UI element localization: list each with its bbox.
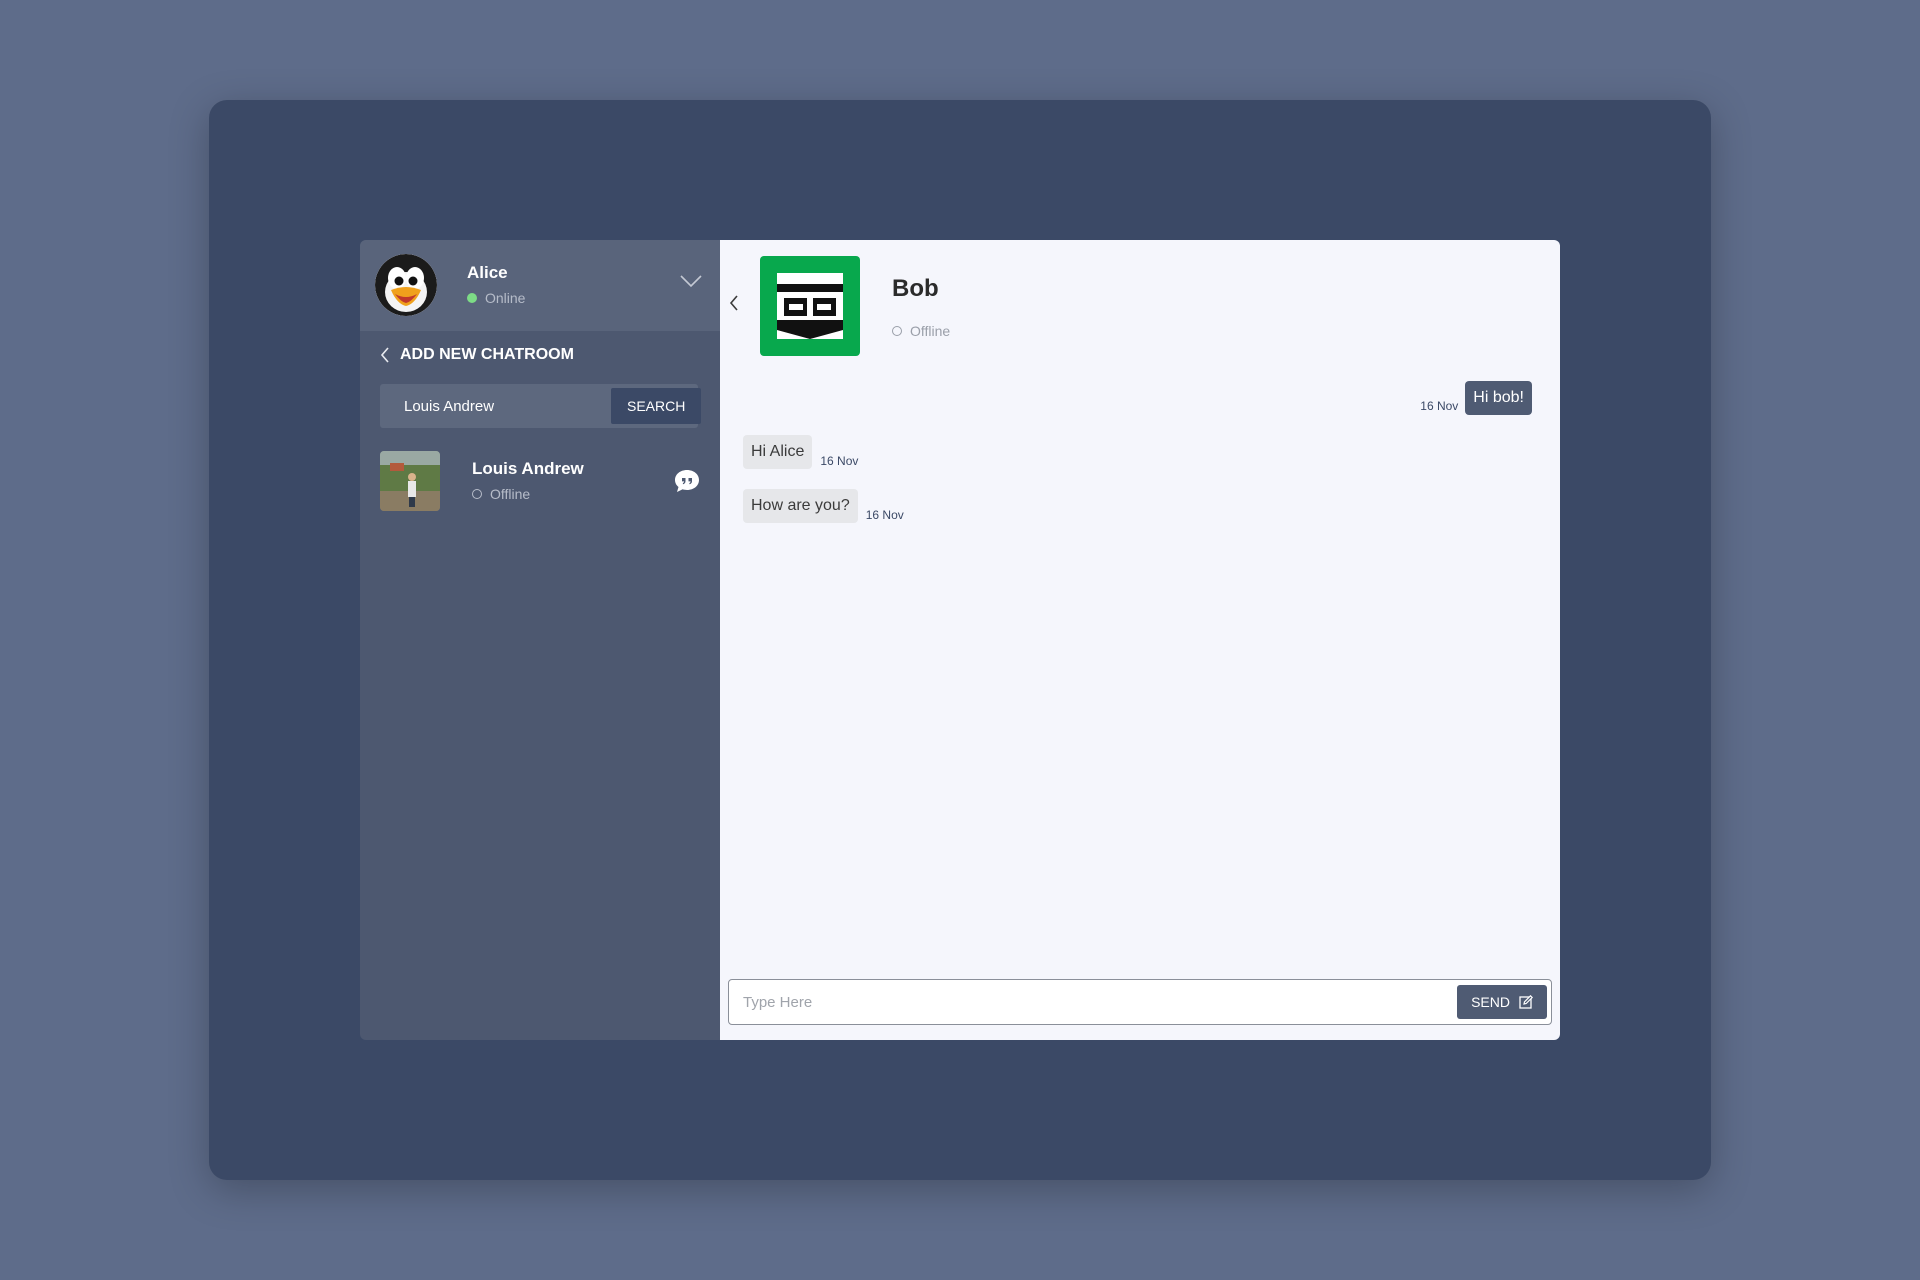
contact-status: Offline (892, 323, 950, 339)
message-time: 16 Nov (865, 508, 904, 522)
identicon-avatar (760, 256, 860, 356)
message-incoming: Hi Alice 16 Nov (743, 435, 858, 469)
sidebar: Alice Online ADD NEW CHATROOM Louis Andr… (360, 240, 720, 1040)
message-time: 16 Nov (820, 454, 859, 468)
offline-indicator-icon (472, 489, 482, 499)
start-chat-icon[interactable] (674, 469, 700, 498)
result-status: Offline (472, 486, 530, 502)
send-button[interactable]: SEND (1457, 985, 1547, 1019)
online-indicator-icon (467, 293, 477, 303)
search-result-item[interactable]: Louis Andrew Offline (380, 451, 700, 513)
back-arrow-icon[interactable] (729, 295, 739, 316)
section-title-label: ADD NEW CHATROOM (400, 346, 574, 363)
contact-status-label: Offline (910, 323, 951, 339)
offline-indicator-icon (892, 326, 902, 336)
result-status-label: Offline (490, 486, 531, 502)
message-composer: SEND (728, 979, 1552, 1025)
current-user-status: Online (467, 290, 525, 306)
edit-icon (1519, 995, 1533, 1009)
chevron-down-icon[interactable] (680, 274, 702, 293)
send-button-label: SEND (1471, 994, 1510, 1010)
chat-panel: Bob Offline 16 Nov Hi bob! Hi Alice 16 N… (720, 240, 1560, 1040)
message-input[interactable] (741, 992, 1458, 1012)
penguin-avatar (375, 254, 437, 316)
add-new-chatroom-header[interactable]: ADD NEW CHATROOM (380, 346, 574, 364)
message-bubble: Hi Alice (743, 435, 813, 469)
current-user-status-label: Online (485, 290, 526, 306)
current-user-name: Alice (467, 263, 508, 282)
message-bubble: Hi bob! (1465, 381, 1532, 415)
contact-name: Bob (892, 275, 939, 302)
search-input[interactable] (402, 396, 605, 416)
chat-app: Alice Online ADD NEW CHATROOM Louis Andr… (360, 240, 1560, 1040)
result-name: Louis Andrew (472, 459, 584, 478)
user-search-box: SEARCH (380, 384, 702, 428)
search-button[interactable]: SEARCH (611, 388, 702, 424)
current-user-header: Alice Online (360, 240, 720, 331)
chevron-left-icon (380, 347, 389, 363)
message-incoming: How are you? 16 Nov (743, 489, 904, 523)
message-time: 16 Nov (1420, 399, 1459, 413)
louis-andrew-avatar (380, 451, 440, 511)
message-bubble: How are you? (743, 489, 858, 523)
message-outgoing: 16 Nov Hi bob! (1420, 381, 1532, 415)
